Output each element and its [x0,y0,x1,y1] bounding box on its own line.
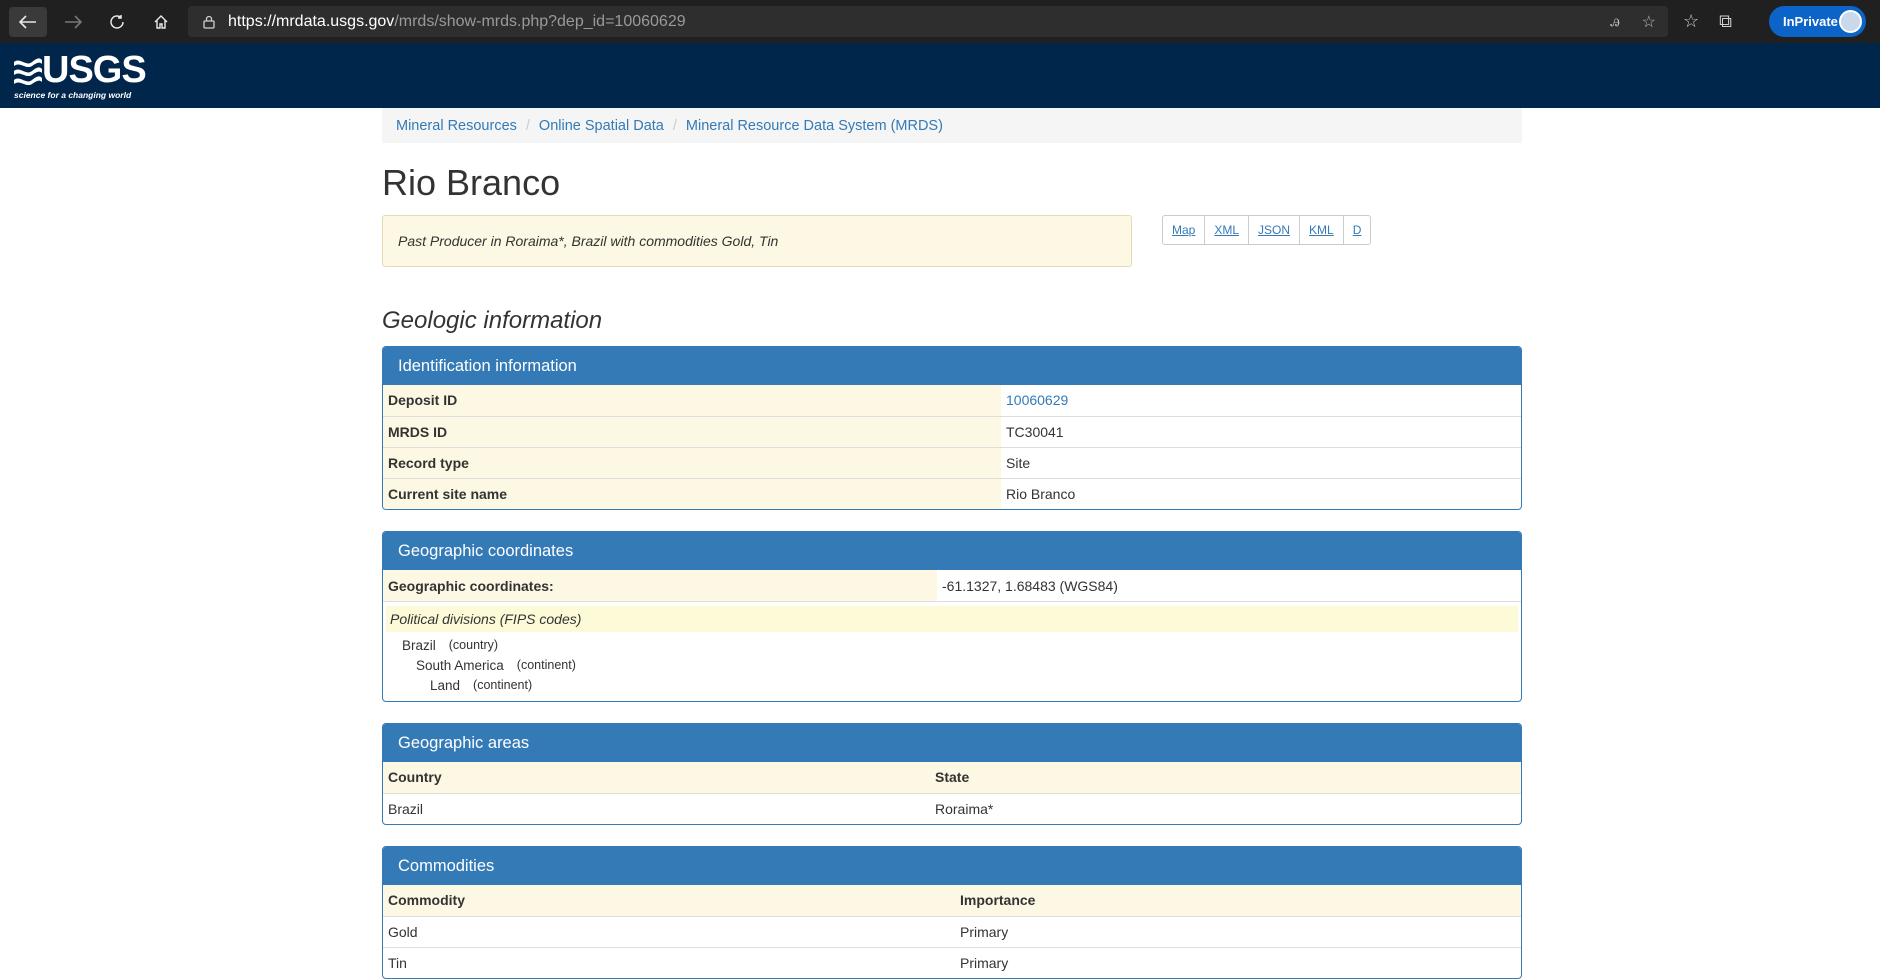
usgs-logo[interactable]: USGS science for a changing world [14,49,147,100]
table-cell: Brazil [383,792,930,824]
division-kind: (continent) [516,658,576,672]
row-label: Geographic coordinates: [383,570,937,601]
division-kind: (continent) [473,678,533,692]
panel-heading: Geographic areas [383,724,1521,762]
page-title: Rio Branco [382,162,561,203]
table-cell: Tin [383,946,955,978]
add-favorite-icon[interactable]: ☆ [1642,12,1656,32]
row-value: Rio Branco [1001,477,1521,509]
collections-icon[interactable]: ⧉ [1719,11,1732,32]
inprivate-button[interactable]: InPrivate [1769,6,1866,37]
table-row: Brazil Roraima* [383,792,1521,824]
division-name: Brazil [402,637,436,653]
row-label: MRDS ID [383,415,1001,447]
map-button[interactable]: Map [1162,215,1206,245]
panel-heading: Identification information [383,347,1521,385]
table-row: Gold Primary [383,915,1521,947]
lock-icon[interactable] [202,14,216,30]
table-header-row: Country State [383,762,1521,793]
logo-tagline: science for a changing world [14,90,132,100]
division-kind: (country) [448,638,499,652]
breadcrumb-online-spatial-data[interactable]: Online Spatial Data [539,118,664,134]
list-item: South America (continent) [386,655,1518,675]
browser-toolbar: https://mrdata.usgs.gov/mrds/show-mrds.p… [0,0,1880,43]
home-icon[interactable] [143,7,179,37]
column-header: Commodity [383,885,955,916]
row-value: -61.1327, 1.68483 (WGS84) [942,577,1118,594]
row-label: Current site name [383,477,1001,509]
column-header: State [930,762,1521,793]
table-cell: Primary [955,915,1521,947]
breadcrumb-separator: / [525,117,530,134]
panel-heading: Geographic coordinates [383,532,1521,570]
table-row: Tin Primary [383,946,1521,978]
refresh-icon[interactable] [99,7,135,37]
breadcrumb-separator: / [672,117,677,134]
table-header-row: Commodity Importance [383,885,1521,916]
kml-button[interactable]: KML [1299,215,1344,245]
json-button[interactable]: JSON [1248,215,1301,245]
column-header: Country [383,762,930,793]
political-divisions-title: Political divisions (FIPS codes) [386,606,1518,632]
url-host: https://mrdata.usgs.gov [228,12,395,30]
read-aloud-icon[interactable]: ꭿ [1610,13,1620,31]
column-header: Importance [955,885,1521,916]
breadcrumb-mineral-resources[interactable]: Mineral Resources [396,118,517,134]
profile-avatar [1839,10,1862,33]
back-icon[interactable] [9,6,47,37]
geographic-areas-panel: Geographic areas Country State Brazil Ro… [382,723,1522,825]
format-button-group: Map XML JSON KML D [1162,215,1372,245]
table-row: Current site name Rio Branco [383,477,1521,509]
row-value: 10060629 [1001,385,1521,416]
site-header: USGS science for a changing world [0,43,1880,108]
table-cell: Primary [955,946,1521,978]
row-value: TC30041 [1001,415,1521,447]
row-value: Site [1001,446,1521,478]
political-divisions: Political divisions (FIPS codes) Brazil … [383,601,1521,701]
coordinates-panel: Geographic coordinates Geographic coordi… [382,531,1522,702]
row-label: Deposit ID [383,385,1001,416]
identification-panel: Identification information Deposit ID 10… [382,346,1522,510]
table-cell: Roraima* [930,792,1521,824]
table-row: Geographic coordinates: -61.1327, 1.6848… [383,570,1521,601]
breadcrumb: Mineral Resources / Online Spatial Data … [382,108,1522,143]
table-row: MRDS ID TC30041 [383,415,1521,447]
commodities-panel: Commodities Commodity Importance Gold Pr… [382,846,1522,979]
deposit-id-link[interactable]: 10060629 [1006,392,1068,408]
url-path: /mrds/show-mrds.php?dep_id=10060629 [394,12,686,30]
panel-heading: Commodities [383,847,1521,885]
address-bar[interactable]: https://mrdata.usgs.gov/mrds/show-mrds.p… [188,6,1668,37]
favorites-icon[interactable]: ☆ [1683,11,1699,32]
division-name: South America [416,657,504,673]
list-item: Brazil (country) [386,635,1518,655]
d-button[interactable]: D [1342,215,1372,245]
table-row: Deposit ID 10060629 [383,385,1521,416]
usgs-wave-icon [14,58,42,86]
section-title: Geologic information [382,307,603,334]
xml-button[interactable]: XML [1204,215,1250,245]
main-content: Mineral Resources / Online Spatial Data … [382,108,1522,979]
deposit-summary: Past Producer in Roraima*, Brazil with c… [382,215,1132,267]
inprivate-label: InPrivate [1783,14,1838,29]
list-item: Land (continent) [386,675,1518,695]
division-name: Land [430,677,461,693]
table-cell: Gold [383,915,955,947]
breadcrumb-mrds[interactable]: Mineral Resource Data System (MRDS) [686,118,943,134]
table-row: Record type Site [383,446,1521,478]
logo-text: USGS [42,49,147,91]
row-label: Record type [383,446,1001,478]
url-text[interactable]: https://mrdata.usgs.gov/mrds/show-mrds.p… [228,13,686,31]
forward-icon[interactable] [55,7,91,37]
